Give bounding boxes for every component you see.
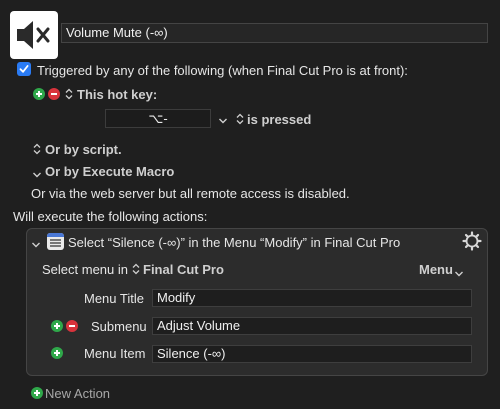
or-by-script-updown-icon[interactable]: [33, 143, 41, 158]
new-action-plus-icon[interactable]: [31, 387, 43, 399]
or-by-execute-macro-label[interactable]: Or by Execute Macro: [45, 164, 174, 179]
speaker-muted-icon: [17, 21, 50, 49]
web-server-note: Or via the web server but all remote acc…: [31, 186, 350, 201]
action-title: Select “Silence (-∞)” in the Menu “Modif…: [68, 235, 401, 250]
menu-item-label: Menu Item: [84, 346, 146, 361]
add-submenu-button[interactable]: [51, 320, 63, 332]
menu-title-label: Menu Title: [84, 291, 144, 306]
app-selector-updown-icon[interactable]: [132, 263, 140, 278]
menu-title-field[interactable]: Modify: [152, 289, 472, 307]
trigger-type-updown-icon[interactable]: [65, 88, 73, 103]
hotkey-trigger-label: This hot key:: [77, 87, 158, 102]
hotkey-field[interactable]: ⌥-: [105, 109, 211, 128]
add-trigger-button[interactable]: [33, 88, 45, 100]
or-by-execute-chevron-icon[interactable]: [32, 167, 42, 182]
add-menu-item-button[interactable]: [51, 347, 63, 359]
menu-dropdown[interactable]: Menu: [419, 262, 453, 277]
actions-header: Will execute the following actions:: [13, 209, 208, 224]
remove-submenu-button[interactable]: [66, 320, 78, 332]
select-menu-in-label: Select menu in: [42, 262, 128, 277]
menu-dropdown-chevron-icon[interactable]: [454, 266, 464, 281]
collapse-action-chevron-icon[interactable]: [31, 237, 41, 252]
or-by-script-label[interactable]: Or by script.: [45, 142, 122, 157]
gear-icon[interactable]: [462, 231, 482, 254]
is-pressed-label[interactable]: is pressed: [247, 112, 311, 127]
pressed-mode-updown-icon[interactable]: [236, 113, 244, 128]
remove-trigger-button[interactable]: [48, 88, 60, 100]
new-action-button[interactable]: New Action: [45, 386, 110, 401]
checkmark-icon: [19, 65, 29, 73]
submenu-field[interactable]: Adjust Volume: [152, 317, 472, 335]
macro-icon[interactable]: [10, 11, 58, 59]
submenu-label: Submenu: [91, 319, 147, 334]
app-selector[interactable]: Final Cut Pro: [143, 262, 224, 277]
trigger-enabled-checkbox[interactable]: [17, 62, 31, 76]
menu-item-field[interactable]: Silence (-∞): [152, 345, 472, 363]
select-menu-action-icon: [47, 233, 64, 250]
macro-name-field[interactable]: Volume Mute (-∞): [61, 23, 488, 43]
hotkey-options-chevron-icon[interactable]: [218, 113, 228, 128]
trigger-header: Triggered by any of the following (when …: [37, 63, 408, 78]
